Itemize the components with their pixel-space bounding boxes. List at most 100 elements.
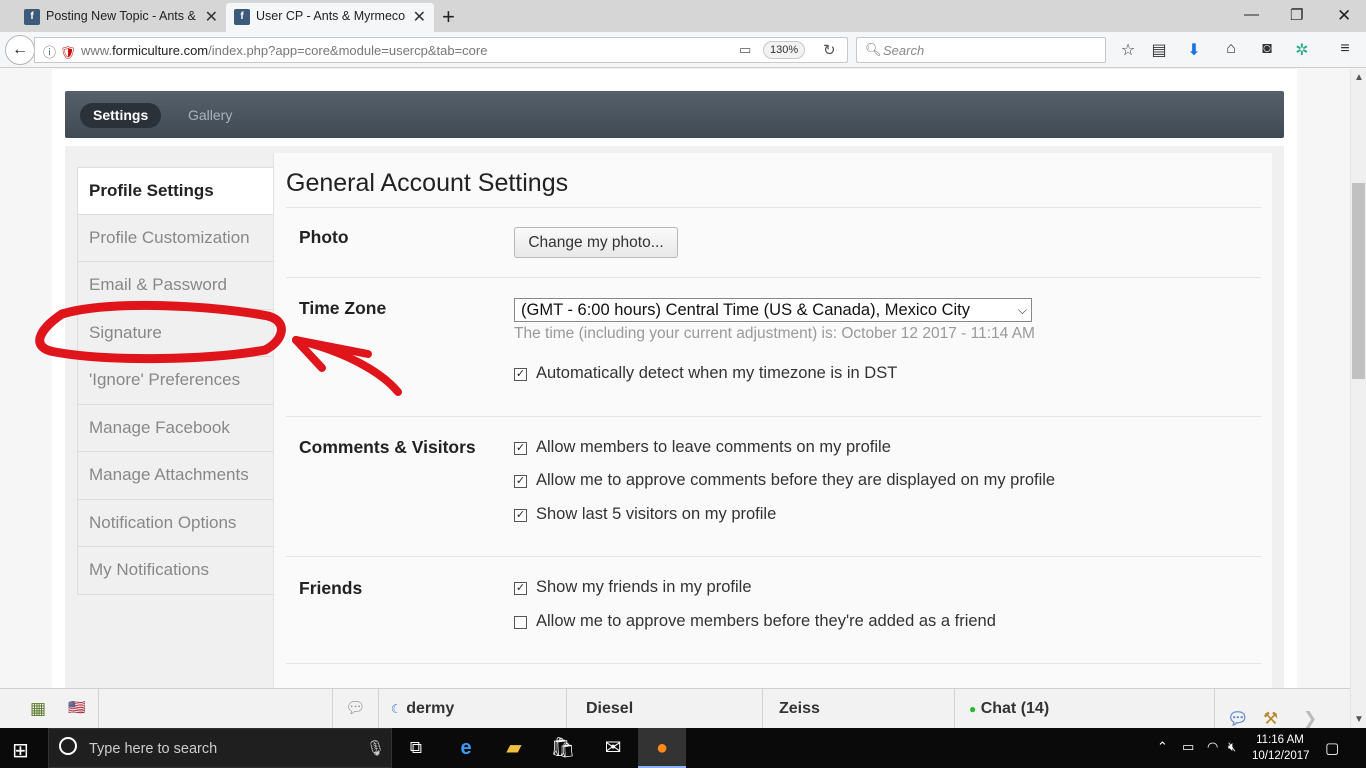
approve-comments-checkbox[interactable]: ✓ (514, 475, 527, 488)
sidebar-item-profile-settings[interactable]: Profile Settings (77, 167, 275, 215)
action-center-icon[interactable]: ▢ (1325, 739, 1339, 757)
nav-tab-settings[interactable]: Settings (80, 103, 162, 128)
chat-room-label: Chat (14) (980, 700, 1050, 717)
chat-room-button[interactable]: ● Chat (14) (954, 689, 1214, 729)
taskbar-search-box[interactable]: Type here to search 🎙︎ (48, 728, 392, 768)
scroll-up-arrow-icon[interactable]: ▲ (1354, 72, 1364, 83)
usercp-main-nav: Settings Gallery (65, 91, 1284, 138)
search-placeholder: Search (883, 43, 925, 58)
firefox-icon[interactable]: ● (638, 728, 686, 768)
microphone-icon[interactable]: 🎙︎ (366, 739, 385, 757)
show-visitors-checkbox[interactable]: ✓ (514, 509, 527, 522)
sidebar-item-ignore-preferences[interactable]: 'Ignore' Preferences (77, 357, 274, 405)
option-label: Allow me to approve members before they'… (536, 612, 996, 630)
page-viewport: Settings Gallery Profile Settings Profil… (0, 69, 1350, 688)
show-friends-checkbox[interactable]: ✓ (514, 582, 527, 595)
divider (286, 277, 1261, 278)
chat-user-dermy[interactable]: ☾ dermy (378, 689, 566, 729)
online-dot-icon: ● (969, 702, 977, 716)
browser-tab-posting[interactable]: f Posting New Topic - Ants & ✕ (0, 3, 226, 32)
file-explorer-icon[interactable]: ▰ (490, 728, 538, 768)
chat-user-zeiss[interactable]: Zeiss (762, 689, 954, 729)
option-label: Show my friends in my profile (536, 578, 752, 596)
volume-muted-icon[interactable]: 🔇︎ (1228, 739, 1236, 755)
minimize-window-icon[interactable]: — (1244, 6, 1259, 23)
pocket-icon[interactable]: ◙ (1256, 40, 1278, 58)
search-icon: 🔍︎ (865, 42, 882, 57)
approve-friends-checkbox[interactable] (514, 616, 527, 629)
mail-icon[interactable]: ✉ (589, 728, 637, 768)
change-photo-button[interactable]: Change my photo... (514, 227, 678, 258)
close-tab-icon[interactable]: ✕ (413, 7, 426, 27)
url-text: www.formiculture.com/index.php?app=core&… (81, 43, 488, 58)
dst-checkbox[interactable]: ✓ (514, 368, 527, 381)
chat-tools: 💬︎ ⚒ ❯ (1214, 689, 1350, 729)
us-flag-icon[interactable]: 🇺🇸 (68, 699, 85, 716)
edge-browser-icon[interactable]: e (442, 728, 490, 768)
chat-user-name: Zeiss (779, 700, 820, 717)
sidebar-item-manage-attachments[interactable]: Manage Attachments (77, 452, 274, 500)
wifi-icon[interactable]: ◠ (1207, 739, 1218, 755)
bookmark-star-icon[interactable]: ☆ (1117, 40, 1139, 60)
sidebar-item-notification-options[interactable]: Notification Options (77, 499, 274, 547)
clock-time: 11:16 AM (1256, 734, 1304, 746)
nav-tab-gallery[interactable]: Gallery (188, 107, 232, 123)
home-icon[interactable]: ⌂ (1220, 40, 1242, 58)
taskbar-clock[interactable]: 11:16 AM 10/12/2017 (1252, 732, 1310, 764)
comments-visitors-label: Comments & Visitors (299, 437, 476, 457)
sidebar-item-profile-customization[interactable]: Profile Customization (77, 214, 274, 262)
scroll-down-arrow-icon[interactable]: ▼ (1354, 714, 1364, 725)
away-moon-icon: ☾ (391, 702, 402, 716)
reader-view-icon[interactable]: ▭ (739, 42, 751, 58)
windows-start-icon[interactable]: ⊞ (12, 738, 29, 763)
divider (286, 416, 1261, 417)
allow-comments-checkbox[interactable]: ✓ (514, 442, 527, 455)
browser-search-input[interactable]: 🔍︎ Search (856, 37, 1106, 63)
chat-bubbles-icon[interactable]: 💬︎ (332, 689, 378, 729)
scrollbar-thumb[interactable] (1352, 183, 1365, 379)
close-window-icon[interactable]: ✕ (1337, 6, 1351, 26)
settings-container: Profile Settings Profile Customization E… (65, 146, 1284, 688)
clock-date: 10/12/2017 (1252, 750, 1310, 762)
divider (286, 663, 1261, 664)
store-icon[interactable]: 🛍︎ (539, 728, 587, 768)
tray-chevron-up-icon[interactable]: ⌃ (1157, 739, 1168, 755)
browser-tab-strip: f Posting New Topic - Ants & ✕ f User CP… (0, 0, 1366, 32)
timezone-label: Time Zone (299, 298, 387, 318)
task-view-icon[interactable]: ⧉ (392, 728, 440, 768)
windows-taskbar: ⊞ Type here to search 🎙︎ ⧉ e ▰ 🛍︎ ✉ ● ⌃ … (0, 728, 1366, 768)
option-label: Allow me to approve comments before they… (536, 471, 1056, 489)
chevron-down-icon: ⌵ (1017, 303, 1027, 317)
back-arrow-icon[interactable]: ← (5, 35, 35, 65)
extension-icon[interactable]: ✲ (1291, 40, 1313, 60)
photo-label: Photo (299, 227, 349, 247)
hamburger-menu-icon[interactable]: ≡ (1334, 40, 1356, 58)
page-scrollbar[interactable]: ▲ ▼ (1350, 69, 1366, 728)
battery-icon[interactable]: ▭ (1182, 739, 1194, 755)
timezone-current-time-note: The time (including your current adjustm… (514, 325, 1035, 342)
sidebar-item-my-notifications[interactable]: My Notifications (77, 547, 274, 595)
zoom-level-badge[interactable]: 130% (763, 41, 806, 59)
close-tab-icon[interactable]: ✕ (205, 7, 218, 27)
sidebar-item-email-password[interactable]: Email & Password (77, 262, 274, 310)
tab-title: User CP - Ants & Myrmecol (256, 9, 406, 23)
chat-bar: ▦ 🇺🇸 💬︎ ☾ dermy Diesel Zeiss ● Chat (14)… (0, 688, 1350, 729)
downloads-arrow-icon[interactable]: ⬇ (1183, 40, 1205, 60)
grid-app-icon[interactable]: ▦ (30, 699, 46, 719)
browser-tab-usercp[interactable]: f User CP - Ants & Myrmecol ✕ (226, 3, 434, 32)
taskbar-search-placeholder: Type here to search (89, 741, 218, 757)
chat-user-name: Diesel (586, 700, 634, 717)
settings-panel: General Account Settings Photo Change my… (273, 153, 1272, 688)
sidebar-item-manage-facebook[interactable]: Manage Facebook (77, 404, 274, 452)
chat-user-diesel[interactable]: Diesel (566, 689, 762, 729)
new-tab-plus-icon[interactable]: + (442, 4, 455, 30)
bookmarks-library-icon[interactable]: ▤ (1148, 40, 1170, 60)
url-bar[interactable]: ⓘ 🛡 www.formiculture.com/index.php?app=c… (34, 37, 848, 63)
tab-title: Posting New Topic - Ants & (46, 9, 196, 23)
reload-icon[interactable]: ↻ (823, 41, 836, 59)
sidebar-item-signature[interactable]: Signature (77, 309, 274, 357)
cortana-circle-icon (59, 737, 77, 755)
timezone-select[interactable]: (GMT - 6:00 hours) Central Time (US & Ca… (514, 298, 1032, 322)
site-info-icon[interactable]: ⓘ 🛡 (43, 42, 76, 61)
maximize-window-icon[interactable]: ❐ (1290, 6, 1303, 24)
